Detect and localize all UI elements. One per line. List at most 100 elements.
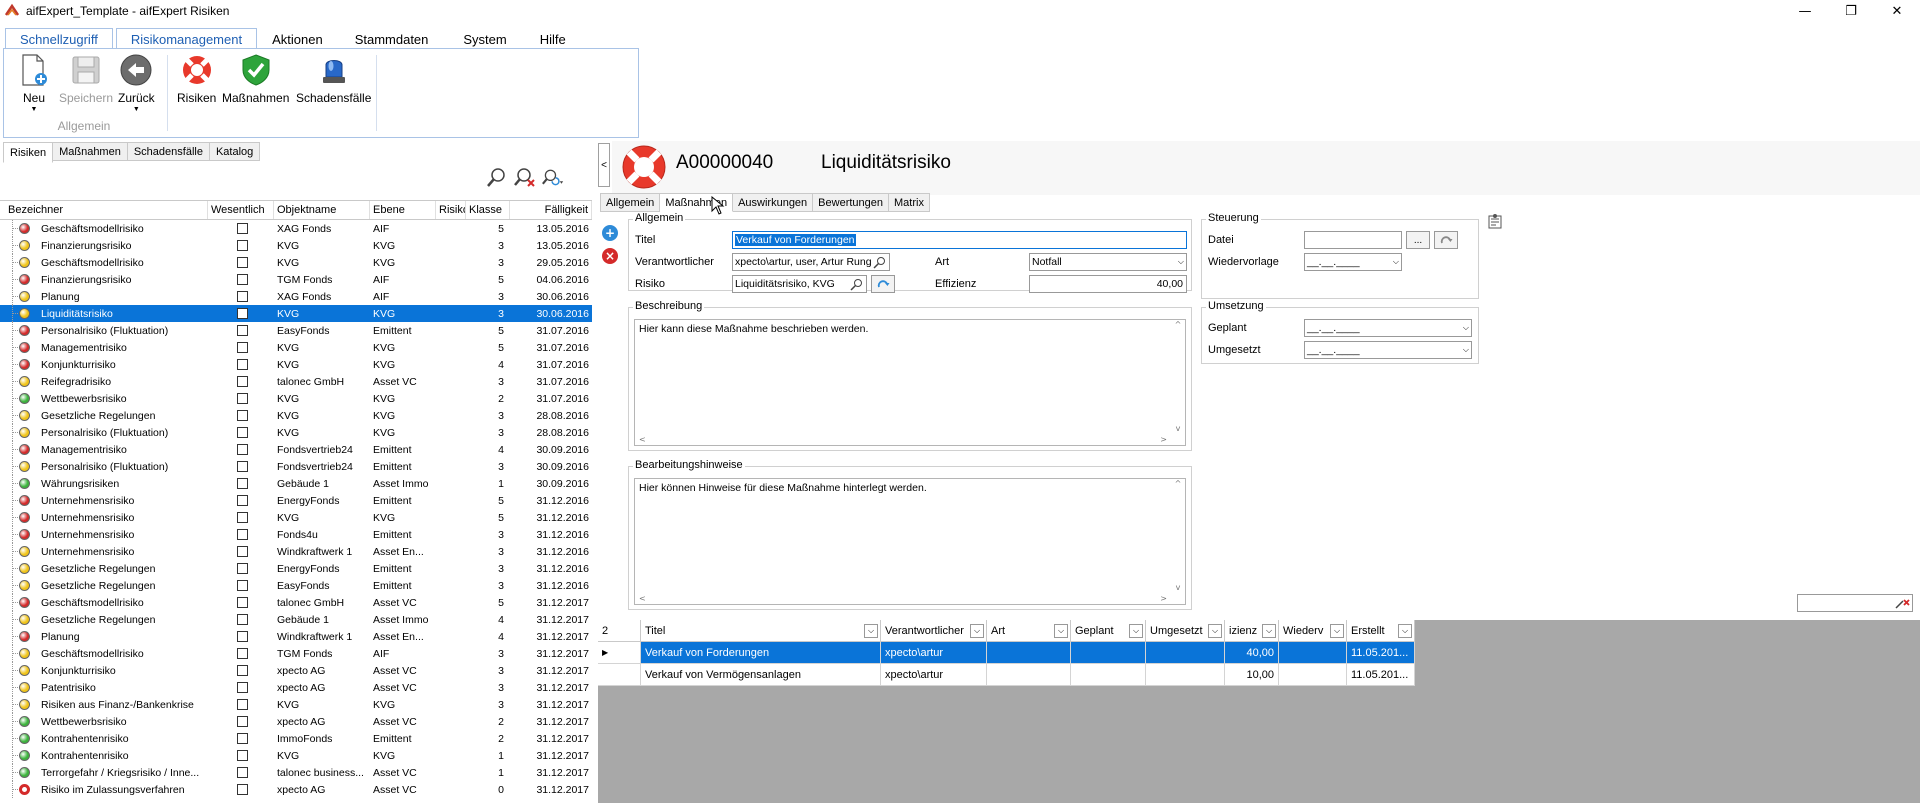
filter-dropdown-icon[interactable]: ⌵ [1054, 624, 1068, 638]
table-row[interactable]: Risiken aus Finanz-/Bankenkrise KVG KVG 3 31… [0, 696, 592, 713]
title-input[interactable]: Verkauf von Forderungen [732, 231, 1187, 249]
essential-checkbox[interactable] [237, 665, 248, 676]
essential-checkbox[interactable] [237, 546, 248, 557]
essential-checkbox[interactable] [237, 784, 248, 795]
refresh-search-icon[interactable] [542, 166, 564, 188]
essential-checkbox[interactable] [237, 342, 248, 353]
tab-stammdaten[interactable]: Stammdaten [338, 28, 446, 50]
filter-dropdown-icon[interactable]: ⌵ [1129, 624, 1143, 638]
filter-dropdown-icon[interactable]: ⌵ [864, 624, 878, 638]
row-header[interactable] [598, 664, 641, 686]
table-row[interactable]: Managementrisiko KVG KVG 5 31.07.2016 [0, 339, 592, 356]
tab-aktionen[interactable]: Aktionen [257, 28, 338, 50]
tab-system[interactable]: System [445, 28, 524, 50]
clear-filter-icon[interactable] [1894, 596, 1910, 610]
filter-dropdown-icon[interactable]: ⌵ [1330, 624, 1344, 638]
description-hscroll[interactable]: < > [635, 433, 1171, 445]
resubmission-date-input[interactable]: __.__.____ ⌵ [1304, 253, 1402, 271]
tab-katalog[interactable]: Katalog [209, 142, 261, 161]
file-input[interactable] [1304, 231, 1402, 249]
measures-button[interactable]: Maßnahmen [222, 53, 289, 105]
new-button[interactable]: Neu ▼ [17, 53, 51, 113]
col-wiedervorlage[interactable]: Wiederv ⌵ [1279, 620, 1347, 642]
table-row[interactable]: Finanzierungsrisiko TGM Fonds AIF 5 04.06.20… [0, 271, 592, 288]
table-row[interactable]: Personalrisiko (Fluktuation) EasyFonds Emi… [0, 322, 592, 339]
essential-checkbox[interactable] [237, 767, 248, 778]
essential-checkbox[interactable] [237, 512, 248, 523]
table-row[interactable]: Wettbewerbsrisiko xpecto AG Asset VC 2 31.12… [0, 713, 592, 730]
table-row[interactable]: Kontrahentenrisiko ImmoFonds Emittent 2 31.1… [0, 730, 592, 747]
col-umgesetzt[interactable]: Umgesetzt ⌵ [1146, 620, 1225, 642]
risk-input[interactable]: Liquiditätsrisiko, KVG [732, 275, 867, 293]
essential-checkbox[interactable] [237, 495, 248, 506]
minimize-button[interactable]: — [1782, 0, 1828, 22]
notes-textarea[interactable]: Hier können Hinweise für diese Maßnahme … [634, 478, 1186, 605]
table-row[interactable]: Finanzierungsrisiko KVG KVG 3 13.05.2016 [0, 237, 592, 254]
table-row[interactable]: Gesetzliche Regelungen KVG KVG 3 28.08.2016 [0, 407, 592, 424]
table-row[interactable]: Geschäftsmodellrisiko KVG KVG 3 29.05.2016 [0, 254, 592, 271]
essential-checkbox[interactable] [237, 427, 248, 438]
tab-auswirkungen[interactable]: Auswirkungen [733, 193, 814, 212]
close-button[interactable]: ✕ [1874, 0, 1920, 22]
responsible-input[interactable]: xpecto\artur, user, Artur Rung [732, 253, 890, 271]
essential-checkbox[interactable] [237, 716, 248, 727]
tab-matrix[interactable]: Matrix [889, 193, 930, 212]
filter-dropdown-icon[interactable]: ⌵ [1262, 624, 1276, 638]
col-ebene[interactable]: Ebene [370, 201, 436, 219]
table-row[interactable]: Planung Windkraftwerk 1 Asset En... 4 31.12.… [0, 628, 592, 645]
table-row[interactable]: Unternehmensrisiko Fonds4u Emittent 3 31.12.… [0, 526, 592, 543]
planned-date-input[interactable]: __.__.____ ⌵ [1304, 319, 1472, 337]
notes-vscroll[interactable]: ^ v [1171, 479, 1185, 592]
grid-search-input[interactable] [1797, 594, 1913, 612]
table-row[interactable]: Managementrisiko Fondsvertrieb24 Emittent 4… [0, 441, 592, 458]
row-header[interactable]: ▶ [598, 642, 641, 664]
essential-checkbox[interactable] [237, 529, 248, 540]
notes-hscroll[interactable]: < > [635, 592, 1171, 604]
table-row[interactable]: Patentrisiko xpecto AG Asset VC 3 31.12.2017 [0, 679, 592, 696]
essential-checkbox[interactable] [237, 563, 248, 574]
lookup-search-icon[interactable] [873, 256, 886, 269]
essential-checkbox[interactable] [237, 614, 248, 625]
essential-checkbox[interactable] [237, 478, 248, 489]
essential-checkbox[interactable] [237, 648, 248, 659]
incidents-button[interactable]: Schadensfälle [296, 53, 371, 105]
table-row[interactable]: Unternehmensrisiko KVG KVG 5 31.12.2016 [0, 509, 592, 526]
col-klasse[interactable]: Klasse [466, 201, 510, 219]
table-row[interactable]: Währungsrisiken Gebäude 1 Asset Immo 1 30.09… [0, 475, 592, 492]
open-risk-button[interactable] [871, 275, 895, 293]
tab-risiken[interactable]: Risiken [3, 142, 54, 163]
essential-checkbox[interactable] [237, 733, 248, 744]
maximize-button[interactable]: ❐ [1828, 0, 1874, 22]
back-button[interactable]: Zurück ▼ [118, 53, 155, 113]
table-row[interactable]: Planung XAG Fonds AIF 3 30.06.2016 [0, 288, 592, 305]
col-verantwortlicher[interactable]: Verantwortlicher ⌵ [881, 620, 987, 642]
tab-schadensfaelle[interactable]: Schadensfälle [127, 142, 210, 161]
col-effizienz[interactable]: izienz ⌵ [1225, 620, 1279, 642]
save-button[interactable]: Speichern [59, 53, 113, 105]
description-textarea[interactable]: Hier kann diese Maßnahme beschrieben wer… [634, 319, 1186, 446]
essential-checkbox[interactable] [237, 750, 248, 761]
tab-allgemein[interactable]: Allgemein [600, 193, 661, 212]
col-bezeichner[interactable]: Bezeichner [0, 201, 208, 219]
essential-checkbox[interactable] [237, 223, 248, 234]
table-row[interactable]: Verkauf von Vermögensanlagen xpecto\artur… [598, 664, 1415, 686]
clipboard-icon[interactable] [1486, 213, 1504, 229]
tab-bewertungen[interactable]: Bewertungen [813, 193, 889, 212]
col-titel[interactable]: Titel ⌵ [641, 620, 881, 642]
table-row[interactable]: Reifegradrisiko talonec GmbH Asset VC 3 31.0… [0, 373, 592, 390]
table-row[interactable]: Gesetzliche Regelungen Gebäude 1 Asset Imm… [0, 611, 592, 628]
efficiency-input[interactable]: 40,00 [1029, 275, 1187, 293]
essential-checkbox[interactable] [237, 444, 248, 455]
essential-checkbox[interactable] [237, 240, 248, 251]
table-row[interactable]: Personalrisiko (Fluktuation) KVG KVG 3 28.08… [0, 424, 592, 441]
col-erstellt[interactable]: Erstellt ⌵ [1347, 620, 1415, 642]
lookup-search-icon[interactable] [850, 278, 863, 291]
col-wesentlich[interactable]: Wesentlich [208, 201, 274, 219]
table-row[interactable]: Kontrahentenrisiko KVG KVG 1 31.12.2017 [0, 747, 592, 764]
table-row[interactable]: Konjunkturrisiko KVG KVG 4 31.07.2016 [0, 356, 592, 373]
table-row[interactable]: Geschäftsmodellrisiko TGM Fonds AIF 3 31.12.… [0, 645, 592, 662]
table-row[interactable]: Terrorgefahr / Kriegsrisiko / Inne... tal… [0, 764, 592, 781]
table-row[interactable]: Risiko im Zulassungsverfahren xpecto AG As… [0, 781, 592, 798]
tab-risikomanagement[interactable]: Risikomanagement [115, 28, 258, 50]
table-row[interactable]: Geschäftsmodellrisiko XAG Fonds AIF 5 13.05.… [0, 220, 592, 237]
